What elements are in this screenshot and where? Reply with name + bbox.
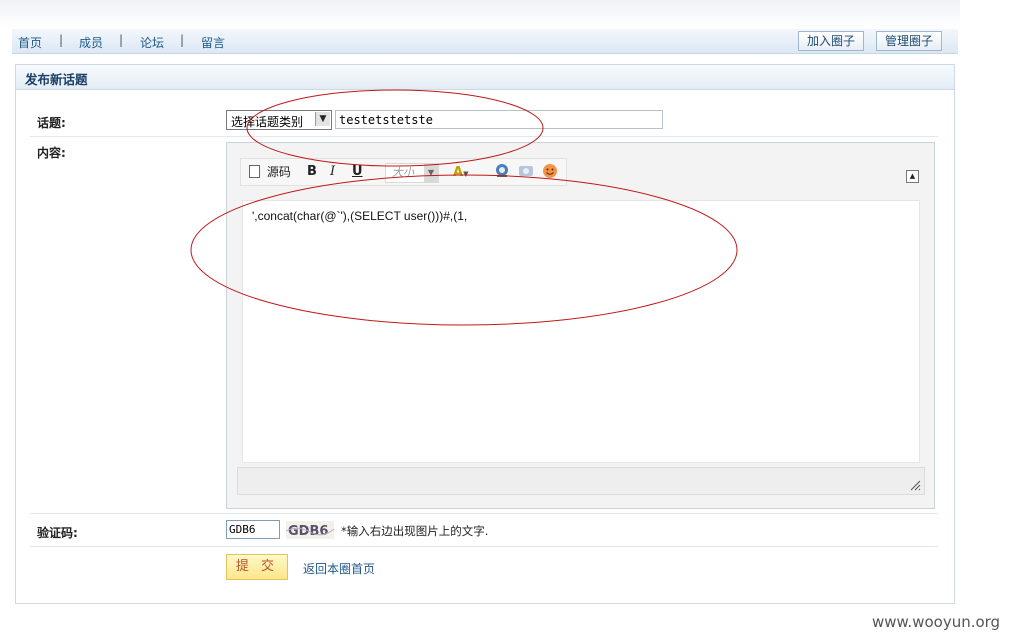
chevron-down-icon[interactable]: ▼	[315, 112, 330, 126]
content-editor-area[interactable]: ',concat(char(@`'),(SELECT user()))#,(1,	[242, 200, 920, 463]
content-text: ',concat(char(@`'),(SELECT user()))#,(1,	[252, 209, 468, 223]
underline-button[interactable]: U	[352, 163, 363, 181]
topic-input[interactable]	[335, 110, 663, 129]
captcha-input[interactable]	[226, 520, 280, 539]
content-label: 内容:	[37, 146, 66, 160]
topic-label: 话题:	[37, 116, 66, 130]
document-icon	[249, 165, 260, 178]
category-select-value: 选择话题类别	[231, 115, 304, 129]
captcha-hint: *输入右边出现图片上的文字.	[341, 524, 489, 538]
link-icon[interactable]	[494, 163, 510, 181]
source-button[interactable]: 源码	[249, 163, 291, 181]
captcha-image[interactable]: GDB6	[285, 521, 335, 539]
panel-header: 发布新话题	[16, 65, 954, 90]
divider	[30, 513, 938, 514]
watermark: www.wooyun.org	[872, 613, 1001, 631]
nav-separator: |	[180, 33, 185, 47]
resize-handle-icon[interactable]	[909, 479, 921, 491]
chevron-down-icon: ▼	[463, 170, 469, 178]
italic-button[interactable]: I	[330, 163, 335, 181]
font-color-label: A	[453, 165, 464, 180]
nav-guestbook-link[interactable]: 留言	[201, 34, 225, 51]
collapse-toolbar-icon[interactable]: ▲	[906, 170, 919, 183]
nav-separator: |	[119, 33, 124, 47]
nav-separator: |	[59, 33, 64, 47]
bold-button[interactable]: B	[307, 163, 317, 181]
captcha-label: 验证码:	[37, 526, 78, 540]
editor-statusbar	[237, 467, 925, 495]
image-icon[interactable]	[518, 163, 534, 181]
nav-bar: 首页 | 成员 | 论坛 | 留言 加入圈子 管理圈子	[12, 29, 958, 54]
font-size-dropdown[interactable]: 大小 ▼	[385, 163, 439, 183]
chevron-down-icon: ▼	[424, 164, 438, 182]
divider	[30, 136, 938, 137]
panel-title: 发布新话题	[25, 72, 88, 87]
source-label: 源码	[266, 165, 291, 179]
header-cut-text	[780, 0, 784, 5]
manage-circle-button[interactable]: 管理圈子	[876, 31, 943, 51]
editor-toolbar: 源码 B I U 大小 ▼ A▼	[240, 158, 567, 186]
nav-members-link[interactable]: 成员	[79, 34, 103, 51]
nav-forum-link[interactable]: 论坛	[140, 34, 164, 51]
join-circle-button[interactable]: 加入圈子	[798, 31, 865, 51]
divider	[30, 546, 938, 547]
back-to-circle-link[interactable]: 返回本圈首页	[303, 560, 375, 577]
header-banner	[0, 0, 960, 28]
submit-button[interactable]: 提 交	[226, 554, 288, 580]
font-size-label: 大小	[392, 166, 414, 179]
category-select[interactable]: 选择话题类别 ▼	[226, 110, 332, 130]
nav-home-link[interactable]: 首页	[18, 34, 42, 51]
font-color-button[interactable]: A▼	[453, 163, 468, 181]
emoticon-icon[interactable]	[542, 163, 558, 181]
rich-text-editor: 源码 B I U 大小 ▼ A▼ ▲ ',concat(char(@`'),(S…	[226, 142, 935, 509]
